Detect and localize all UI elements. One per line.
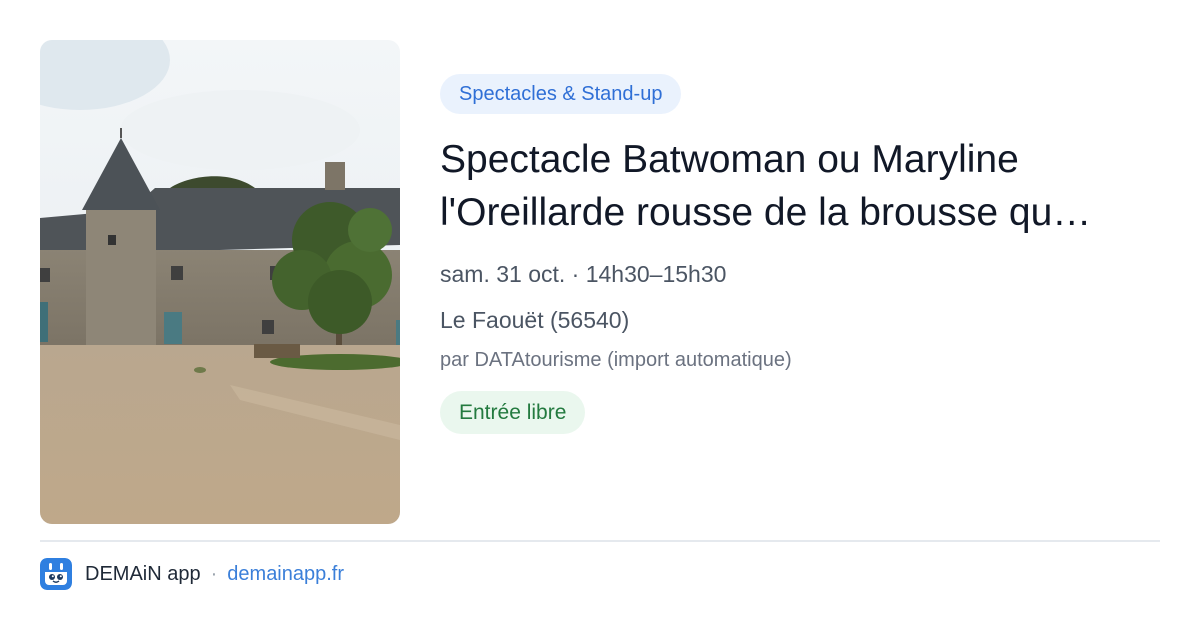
demain-app-icon[interactable] <box>40 558 72 590</box>
event-details: Spectacles & Stand-up Spectacle Batwoman… <box>440 74 1160 434</box>
event-source: par DATAtourisme (import automatique) <box>440 349 792 371</box>
manor-photo-illustration <box>40 40 400 524</box>
event-location: Le Faouët (56540) <box>440 307 630 333</box>
footer-divider <box>40 540 1160 542</box>
category-badge[interactable]: Spectacles & Stand-up <box>440 74 682 114</box>
footer: DEMAiN app · demainapp.fr <box>40 558 344 590</box>
domain-link[interactable]: demainapp.fr <box>227 563 344 586</box>
event-datetime: sam. 31 oct. · 14h30–15h30 <box>440 261 727 287</box>
price-badge: Entrée libre <box>440 391 586 434</box>
footer-separator: · <box>210 562 218 585</box>
event-photo <box>40 40 400 524</box>
event-title[interactable]: Spectacle Batwoman ou Maryline l'Oreilla… <box>440 133 1140 239</box>
app-name: DEMAiN app <box>85 562 201 585</box>
